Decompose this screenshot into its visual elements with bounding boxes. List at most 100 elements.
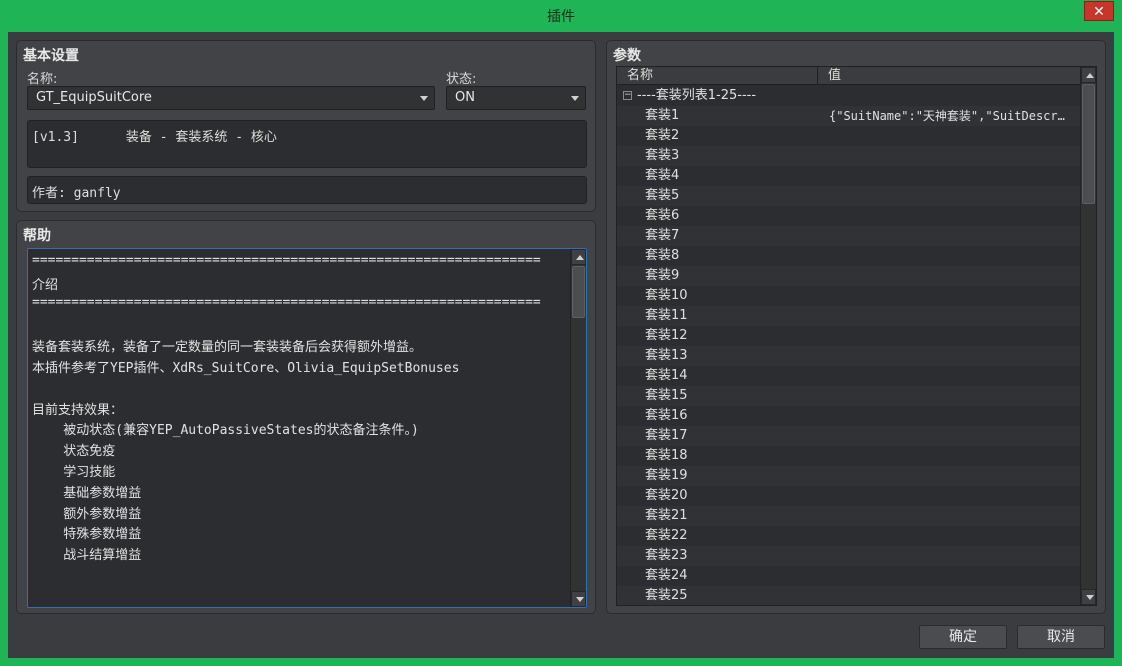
help-line: 本插件参考了YEP插件、XdRs_SuitCore、Olivia_EquipSe… bbox=[32, 361, 460, 376]
param-name: 套装20 bbox=[645, 488, 688, 503]
help-line: 被动状态(兼容YEP_AutoPassiveStates的状态备注条件。) bbox=[32, 423, 419, 439]
status-label: 状态: bbox=[446, 72, 477, 87]
status-value: ON bbox=[455, 90, 475, 105]
param-name: 套装14 bbox=[645, 368, 688, 383]
parameters-panel: 参数 名称 值 − ----套装列表1-25---- 套装1 {"SuitName… bbox=[606, 40, 1106, 614]
help-line: 基础参数增益 bbox=[32, 485, 142, 501]
scroll-thumb[interactable] bbox=[1082, 84, 1095, 204]
tree-row[interactable]: 套装8 bbox=[617, 246, 1080, 266]
param-value: {"SuitName":"天神套装","SuitDescr… bbox=[829, 109, 1065, 123]
chevron-down-icon bbox=[420, 96, 428, 101]
param-name: 套装12 bbox=[645, 328, 688, 343]
help-line: ========================================… bbox=[32, 253, 541, 268]
param-name: 套装21 bbox=[645, 508, 688, 523]
help-text-area[interactable]: ========================================… bbox=[27, 248, 587, 608]
tree-row[interactable]: 套装22 bbox=[617, 526, 1080, 546]
column-name-header[interactable]: 名称 bbox=[617, 67, 818, 85]
help-line: 装备套装系统，装备了一定数量的同一套装装备后会获得额外增益。 bbox=[32, 340, 423, 356]
tree-row[interactable]: 套装9 bbox=[617, 266, 1080, 286]
help-title: 帮助 bbox=[23, 228, 51, 244]
param-name: 套装7 bbox=[645, 228, 680, 243]
param-name: 套装25 bbox=[645, 588, 688, 603]
param-name: 套装6 bbox=[645, 208, 680, 223]
help-line: 战斗结算增益 bbox=[32, 548, 142, 564]
help-line: 状态免疫 bbox=[32, 444, 116, 460]
tree-row[interactable]: 套装7 bbox=[617, 226, 1080, 246]
title-bar[interactable]: 插件 bbox=[0, 0, 1122, 32]
tree-row[interactable]: 套装24 bbox=[617, 566, 1080, 586]
tree-row[interactable]: 套装12 bbox=[617, 326, 1080, 346]
help-scrollbar[interactable] bbox=[570, 249, 586, 607]
param-name: 套装19 bbox=[645, 468, 688, 483]
window-title: 插件 bbox=[547, 9, 575, 25]
chevron-down-icon bbox=[571, 96, 579, 101]
param-name: 套装5 bbox=[645, 188, 680, 203]
basic-settings-title: 基本设置 bbox=[23, 48, 79, 64]
scroll-down-icon[interactable] bbox=[571, 591, 586, 607]
description-field[interactable]: [v1.3] 装备 - 套装系统 - 核心 bbox=[27, 120, 587, 168]
param-name: 套装4 bbox=[645, 168, 680, 183]
tree-row[interactable]: 套装25 bbox=[617, 586, 1080, 605]
param-name: 套装17 bbox=[645, 428, 688, 443]
tree-row[interactable]: 套装20 bbox=[617, 486, 1080, 506]
param-name: 套装24 bbox=[645, 568, 688, 583]
param-name: 套装13 bbox=[645, 348, 688, 363]
scroll-up-icon[interactable] bbox=[1081, 67, 1096, 83]
tree-row[interactable]: 套装4 bbox=[617, 166, 1080, 186]
help-line: 介绍 bbox=[32, 277, 59, 293]
plugin-name-select[interactable]: GT_EquipSuitCore bbox=[27, 86, 435, 110]
tree-row[interactable]: 套装15 bbox=[617, 386, 1080, 406]
help-line: 特殊参数增益 bbox=[32, 527, 142, 543]
column-value-header[interactable]: 值 bbox=[818, 67, 1080, 85]
close-button[interactable]: ✕ bbox=[1084, 1, 1114, 21]
help-line: ========================================… bbox=[32, 607, 541, 608]
help-panel: 帮助 =====================================… bbox=[16, 220, 596, 614]
basic-settings-panel: 基本设置 名称: GT_EquipSuitCore 状态: ON [v1.3] … bbox=[16, 40, 596, 212]
tree-row[interactable]: 套装10 bbox=[617, 286, 1080, 306]
help-line: ========================================… bbox=[32, 294, 541, 310]
collapse-icon[interactable]: − bbox=[623, 91, 632, 100]
dialog-body: 基本设置 名称: GT_EquipSuitCore 状态: ON [v1.3] … bbox=[8, 32, 1114, 658]
param-name: 套装10 bbox=[645, 288, 688, 303]
tree-row[interactable]: 套装19 bbox=[617, 466, 1080, 486]
tree-row[interactable]: 套装3 bbox=[617, 146, 1080, 166]
param-name: 套装3 bbox=[645, 148, 680, 163]
status-select[interactable]: ON bbox=[446, 86, 586, 110]
help-line: 学习技能 bbox=[32, 465, 116, 480]
tree-row[interactable]: 套装17 bbox=[617, 426, 1080, 446]
tree-group-row[interactable]: − ----套装列表1-25---- bbox=[617, 86, 1080, 106]
tree-row[interactable]: 套装23 bbox=[617, 546, 1080, 566]
tree-row[interactable]: 套装6 bbox=[617, 206, 1080, 226]
param-name: 套装23 bbox=[645, 548, 688, 563]
tree-row[interactable]: 套装2 bbox=[617, 126, 1080, 146]
parameters-title: 参数 bbox=[613, 48, 641, 64]
tree-row[interactable]: 套装21 bbox=[617, 506, 1080, 526]
author-field[interactable]: 作者: ganfly bbox=[27, 176, 587, 204]
ok-button[interactable]: 确定 bbox=[919, 625, 1007, 649]
scroll-up-icon[interactable] bbox=[571, 249, 586, 265]
close-icon: ✕ bbox=[1093, 4, 1105, 20]
tree-row[interactable]: 套装16 bbox=[617, 406, 1080, 426]
scroll-down-icon[interactable] bbox=[1081, 589, 1096, 605]
param-name: 套装1 bbox=[645, 108, 680, 123]
param-name: 套装15 bbox=[645, 388, 688, 403]
tree-row[interactable]: 套装14 bbox=[617, 366, 1080, 386]
plugin-name-value: GT_EquipSuitCore bbox=[36, 90, 152, 105]
tree-row[interactable]: 套装13 bbox=[617, 346, 1080, 366]
parameters-tree[interactable]: 名称 值 − ----套装列表1-25---- 套装1 {"SuitName":"… bbox=[616, 66, 1097, 606]
param-name: 套装16 bbox=[645, 408, 688, 423]
name-label: 名称: bbox=[27, 72, 58, 87]
param-name: 套装22 bbox=[645, 528, 688, 543]
tree-header: 名称 值 bbox=[617, 67, 1080, 85]
cancel-button[interactable]: 取消 bbox=[1017, 625, 1105, 649]
plugin-dialog: 插件 ✕ 基本设置 名称: GT_EquipSuitCore 状态: ON [v… bbox=[0, 0, 1122, 666]
tree-row[interactable]: 套装1 {"SuitName":"天神套装","SuitDescr… bbox=[617, 106, 1080, 126]
scroll-thumb[interactable] bbox=[572, 266, 585, 318]
help-line: 额外参数增益 bbox=[32, 506, 142, 522]
parameters-scrollbar[interactable] bbox=[1080, 67, 1096, 605]
tree-row[interactable]: 套装5 bbox=[617, 186, 1080, 206]
tree-row[interactable]: 套装11 bbox=[617, 306, 1080, 326]
param-name: 套装2 bbox=[645, 128, 680, 143]
tree-row[interactable]: 套装18 bbox=[617, 446, 1080, 466]
param-name: 套装18 bbox=[645, 448, 688, 463]
